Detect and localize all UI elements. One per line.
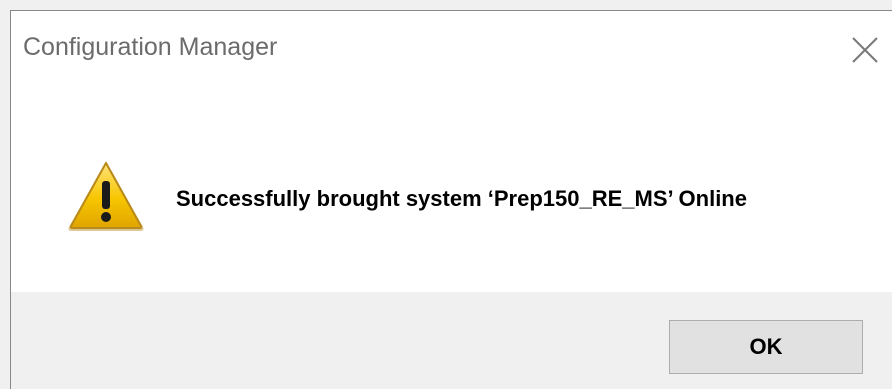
message-dialog: Configuration Manager Successfully broug…: [10, 10, 892, 389]
dialog-content: Successfully brought system ‘Prep150_RE_…: [11, 85, 892, 292]
close-icon: [852, 37, 878, 63]
title-bar[interactable]: Configuration Manager: [11, 11, 892, 85]
warning-icon-wrapper: [65, 157, 147, 233]
warning-icon: [68, 161, 144, 231]
dialog-title: Configuration Manager: [23, 33, 278, 61]
close-button[interactable]: [848, 33, 882, 67]
screen: Configuration Manager Successfully broug…: [0, 0, 892, 389]
dialog-message: Successfully brought system ‘Prep150_RE_…: [176, 186, 747, 211]
ok-button-label: OK: [749, 334, 783, 359]
ok-button[interactable]: OK: [669, 320, 863, 374]
dialog-footer: OK: [11, 292, 892, 389]
